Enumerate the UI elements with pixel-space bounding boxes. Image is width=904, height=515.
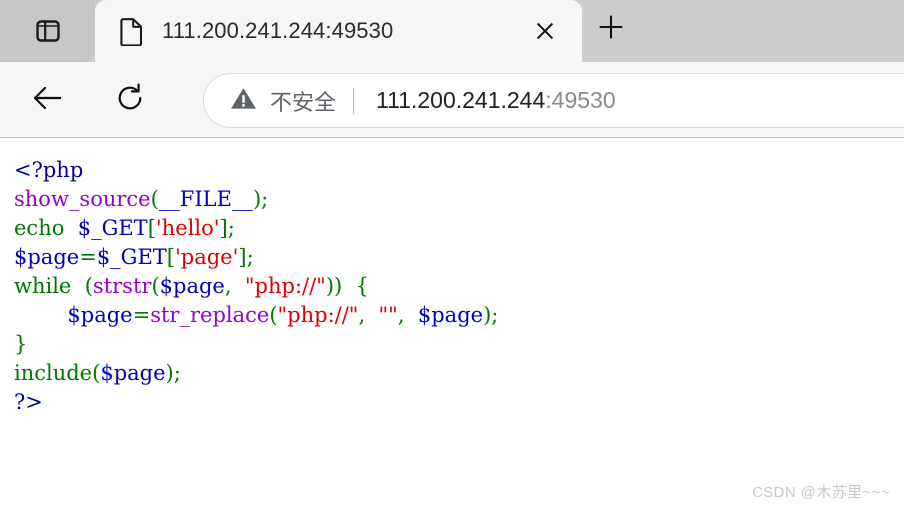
browser-toolbar: 不安全 111.200.241.244:49530 (0, 62, 904, 138)
code-token: echo (14, 216, 65, 240)
code-token: ) (252, 187, 262, 211)
document-icon (120, 17, 144, 46)
code-token: ; (173, 361, 181, 385)
code-token: $page (159, 274, 225, 298)
code-line: ?> (14, 388, 498, 417)
code-token: ) (165, 361, 174, 385)
code-token: $page (100, 361, 166, 385)
code-line: } (14, 330, 498, 359)
code-token: show_source (14, 187, 151, 211)
code-token: } (14, 332, 28, 356)
code-token: ; (491, 303, 499, 327)
code-token: $_GET (77, 216, 148, 240)
code-token: while (14, 274, 72, 298)
code-token: ( (151, 274, 160, 298)
php-source-listing: <?php show_source(__FILE__); echo $_GET['h… (14, 156, 498, 417)
reload-button[interactable] (104, 74, 156, 126)
code-token: str_replace (150, 303, 270, 327)
code-token: , (397, 303, 418, 327)
close-icon[interactable] (522, 8, 568, 54)
code-line: while (strstr($page, "php://")) { (14, 272, 498, 301)
url-text: 111.200.241.244:49530 (376, 87, 616, 114)
code-token: ; (246, 245, 254, 269)
code-token: ( (150, 187, 159, 211)
tab-strip: 111.200.241.244:49530 (0, 0, 904, 62)
code-line: show_source(__FILE__); (14, 185, 498, 214)
panel-list-icon (35, 18, 61, 44)
reload-icon (114, 82, 146, 119)
code-token: ] (238, 245, 247, 269)
warning-triangle-icon (230, 86, 257, 116)
security-label: 不安全 (270, 89, 337, 115)
code-token: , (224, 274, 245, 298)
code-token: ] (219, 216, 228, 240)
tab-title: 111.200.241.244:49530 (162, 18, 394, 43)
code-token: ; (261, 187, 269, 211)
code-token: include (14, 361, 93, 385)
code-token: { (342, 274, 369, 298)
plus-icon (596, 12, 626, 47)
code-token: = (79, 245, 97, 269)
code-token: __FILE__ (158, 187, 253, 211)
code-line: include($page); (14, 359, 498, 388)
watermark: CSDN @木苏里~~~ (752, 484, 890, 501)
code-token: , (358, 303, 379, 327)
browser-tab[interactable]: 111.200.241.244:49530 (95, 0, 582, 62)
browser-chrome: 111.200.241.244:49530 不安全 111.200.241.24… (0, 0, 904, 138)
url-host: 111.200.241.244 (376, 87, 546, 113)
code-token: [ (147, 216, 156, 240)
code-token: $page (14, 245, 80, 269)
code-token: ; (227, 216, 235, 240)
back-button[interactable] (22, 74, 74, 126)
code-line: $page=$_GET['page']; (14, 243, 498, 272)
code-line: <?php (14, 156, 498, 185)
code-line: echo $_GET['hello']; (14, 214, 498, 243)
code-token: ( (269, 303, 278, 327)
code-token: strstr (92, 274, 152, 298)
code-token: $_GET (96, 245, 167, 269)
code-token: )) (325, 274, 343, 298)
new-tab-button[interactable] (582, 0, 640, 58)
address-bar[interactable]: 不安全 111.200.241.244:49530 (203, 73, 904, 128)
code-token: ( (71, 274, 93, 298)
code-token: ?> (14, 390, 43, 414)
code-token: 'hello' (155, 216, 220, 240)
code-token: 'page' (175, 245, 239, 269)
code-token: $page (67, 303, 133, 327)
code-token: $page (417, 303, 484, 327)
page-content: <?php show_source(__FILE__); echo $_GET['h… (0, 139, 904, 515)
back-arrow-icon (31, 83, 65, 118)
url-port: :49530 (545, 87, 616, 113)
omnibox-divider (353, 87, 355, 114)
chrome-divider (0, 137, 904, 138)
code-line: $page=str_replace("php://", "", $page); (14, 301, 498, 330)
code-token: "" (378, 303, 398, 327)
code-token: <?php (14, 158, 84, 182)
code-token: "php://" (244, 274, 326, 298)
security-indicator[interactable]: 不安全 (230, 85, 336, 117)
code-token: = (132, 303, 151, 327)
tab-list-button[interactable] (0, 0, 95, 62)
code-token: "php://" (277, 303, 359, 327)
code-token: [ (166, 245, 175, 269)
